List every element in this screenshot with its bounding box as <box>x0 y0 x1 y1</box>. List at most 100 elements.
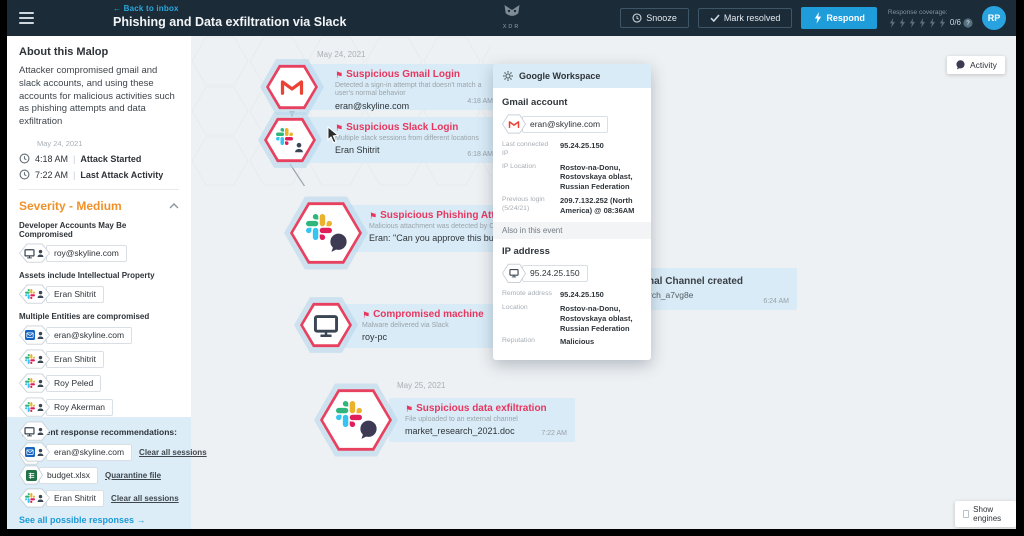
attack-graph-canvas[interactable]: May 24, 2021 May 25, 2021 ⚑Suspicious Gm… <box>191 36 1016 529</box>
respond-button[interactable]: Respond <box>801 7 877 29</box>
node-compromised-machine[interactable] <box>300 302 352 348</box>
back-arrow-icon: ← <box>113 4 121 13</box>
brand-logo: XDR <box>503 5 521 30</box>
field-value: 95.24.25.150 <box>560 290 642 300</box>
ip-chip[interactable]: 95.24.25.150 <box>502 263 642 283</box>
activity-label: Activity <box>970 60 997 70</box>
entity-label: eran@skyline.com <box>46 327 132 344</box>
respond-label: Respond <box>826 13 865 23</box>
entity-label: Roy Peled <box>46 375 101 392</box>
coverage-label: Response coverage: <box>888 9 948 16</box>
group-heading: Developer Accounts May Be Compromised <box>19 221 179 239</box>
quarantine-file-link[interactable]: Quarantine file <box>105 471 161 480</box>
severity-title: Severity - Medium <box>19 199 122 213</box>
field-label: Reputation <box>502 337 560 347</box>
entity-label: roy@skyline.com <box>46 245 127 262</box>
show-engines-checkbox[interactable] <box>963 510 969 518</box>
entity-chip[interactable]: Roy Peled <box>19 373 179 393</box>
see-all-responses-link[interactable]: See all possible responses → <box>19 515 179 525</box>
clock-icon <box>19 153 30 164</box>
about-text: Attacker compromised gmail and slack acc… <box>19 65 179 129</box>
activity-button[interactable]: Activity <box>947 56 1005 74</box>
event-desc: Multiple slack sessions from different l… <box>335 135 493 144</box>
field-label: IP Location <box>502 163 560 192</box>
event-time: 6:24 AM <box>763 298 789 305</box>
user-avatar[interactable]: RP <box>982 6 1006 30</box>
top-bar: ← Back to inbox Phishing and Data exfilt… <box>7 0 1016 36</box>
entity-chip[interactable]: Eran Shitrit <box>19 284 179 304</box>
bolt-icon <box>918 18 926 28</box>
flag-icon: ⚑ <box>405 404 413 414</box>
show-engines-label: Show engines <box>973 505 1008 523</box>
timeline-attack-started: 4:18 AM|Attack Started <box>19 153 179 164</box>
field-value: Rostov-na-Donu, Rostovskaya oblast, Russ… <box>560 163 642 192</box>
event-time: 4:18 AM <box>467 98 493 105</box>
field-value: 209.7.132.252 (North America) @ 08:36AM <box>560 196 642 216</box>
about-title: About this Malop <box>19 46 179 58</box>
event-desc: File uploaded to an external channel <box>405 416 567 425</box>
entity-label[interactable]: Eran Shitrit <box>46 490 104 507</box>
entity-label[interactable]: budget.xlsx <box>39 467 98 484</box>
recommendations-title: Urgent response recommendations: <box>31 427 177 437</box>
entity-chip[interactable]: eran@skyline.com <box>19 325 179 345</box>
clock-icon <box>19 169 30 180</box>
bolt-icon <box>898 18 906 28</box>
event-card-data-exfiltration[interactable]: ⚑Suspicious data exfiltration File uploa… <box>389 398 575 442</box>
ip-address-title: IP address <box>502 246 642 257</box>
mark-resolved-button[interactable]: Mark resolved <box>698 8 793 28</box>
page-title: Phishing and Data exfiltration via Slack <box>113 15 346 29</box>
snooze-label: Snooze <box>646 13 677 23</box>
entity-label[interactable]: eran@skyline.com <box>46 444 132 461</box>
chevron-up-icon[interactable] <box>169 203 179 209</box>
show-engines-toggle[interactable]: Show engines <box>955 501 1016 527</box>
entity-chip[interactable]: Eran Shitrit <box>19 349 179 369</box>
flag-icon: ⚑ <box>335 123 343 133</box>
entity-chip[interactable]: Roy Akerman <box>19 397 179 417</box>
response-coverage: Response coverage: 0/6 ? <box>888 9 973 28</box>
event-card-slack-login[interactable]: ⚑Suspicious Slack Login Multiple slack s… <box>295 117 501 163</box>
field-label: Last connected IP <box>502 141 560 159</box>
timeline-label: Attack Started <box>80 154 141 164</box>
entity-label: Eran Shitrit <box>46 286 104 303</box>
timeline-time: 4:18 AM <box>35 154 68 164</box>
field-value: Rostov-na-Donu, Rostovskaya oblast, Russ… <box>560 304 642 333</box>
event-title: Compromised machine <box>373 309 484 321</box>
bolt-icon <box>908 18 916 28</box>
graph-date-label: May 24, 2021 <box>317 50 365 59</box>
hamburger-menu-icon[interactable] <box>19 9 34 27</box>
node-data-exfiltration[interactable] <box>320 388 392 452</box>
coverage-value: 0/6 <box>950 18 961 27</box>
back-to-inbox-link[interactable]: ← Back to inbox <box>113 4 346 13</box>
node-slack-login[interactable] <box>264 117 316 163</box>
snooze-button[interactable]: Snooze <box>620 8 689 28</box>
node-gmail-login[interactable] <box>266 64 318 110</box>
entity-label: Eran Shitrit <box>46 351 104 368</box>
sidebar-date: May 24, 2021 <box>37 139 179 148</box>
bolt-icon <box>938 18 946 28</box>
timeline-label: Last Attack Activity <box>80 170 163 180</box>
logo-text: XDR <box>503 24 521 30</box>
account-chip[interactable]: eran@skyline.com <box>502 114 642 134</box>
entity-label: Roy Akerman <box>46 399 113 416</box>
flag-icon: ⚑ <box>369 211 377 221</box>
gear-icon <box>502 70 514 82</box>
event-title: Suspicious Gmail Login <box>346 69 460 81</box>
event-title: Suspicious Phishing Attack <box>380 210 511 222</box>
clear-sessions-link[interactable]: Clear all sessions <box>111 494 179 503</box>
also-in-event-label: Also in this event <box>493 222 651 239</box>
event-card-gmail-login[interactable]: ⚑Suspicious Gmail Login Detected a sign-… <box>297 64 501 110</box>
account-label: eran@skyline.com <box>522 116 608 133</box>
popup-header: Google Workspace <box>493 64 651 88</box>
node-phishing-attack[interactable] <box>290 201 362 265</box>
recommendation-row: eran@skyline.com Clear all sessions <box>19 442 179 462</box>
group-heading: Multiple Entities are compromised <box>19 312 179 321</box>
clock-icon <box>632 13 642 23</box>
google-workspace-popup: Google Workspace Gmail account eran@skyl… <box>493 64 651 360</box>
clear-sessions-link[interactable]: Clear all sessions <box>139 448 207 457</box>
chat-icon <box>955 60 966 70</box>
entity-chip[interactable]: roy@skyline.com <box>19 243 179 263</box>
app-window: ← Back to inbox Phishing and Data exfilt… <box>7 0 1016 529</box>
flag-icon: ⚑ <box>335 70 343 80</box>
help-icon[interactable]: ? <box>963 18 973 28</box>
owl-logo-icon <box>503 5 521 18</box>
